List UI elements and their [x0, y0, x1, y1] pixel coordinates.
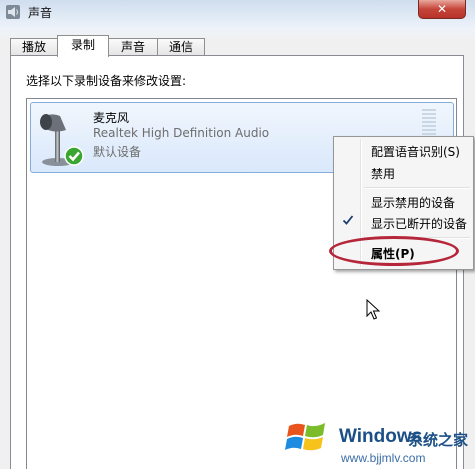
device-name: 麦克风	[93, 111, 130, 125]
speaker-icon	[6, 5, 20, 19]
watermark-site: 系统之家	[408, 431, 469, 449]
menu-item-show-disabled[interactable]: 显示禁用的设备	[371, 194, 455, 211]
title-bar: 声音 ✕	[0, 0, 475, 26]
highlight-annotation	[329, 236, 459, 266]
menu-separator	[364, 187, 470, 189]
device-driver: Realtek High Definition Audio	[93, 126, 270, 140]
watermark-url: www.bjjmlv.com	[341, 451, 426, 465]
microphone-icon	[40, 114, 84, 166]
sound-dialog: 声音 ✕ 播放 录制 声音 通信 选择以下录制设备来修改设置: 麦克风 Real…	[0, 0, 475, 469]
device-status: 默认设备	[93, 145, 142, 159]
check-icon	[342, 215, 354, 225]
tab-recording[interactable]: 录制	[57, 35, 109, 57]
default-check-badge	[64, 146, 84, 166]
windows-logo-icon	[285, 423, 325, 451]
tab-sounds[interactable]: 声音	[108, 38, 158, 56]
window-title: 声音	[28, 6, 53, 20]
instruction-text: 选择以下录制设备来修改设置:	[26, 74, 187, 88]
menu-item-configure-speech[interactable]: 配置语音识别(S)	[371, 143, 460, 160]
watermark: Windows 系统之家 www.bjjmlv.com	[285, 412, 475, 469]
mouse-cursor-icon	[366, 299, 380, 320]
menu-item-disable[interactable]: 禁用	[371, 165, 395, 182]
menu-item-show-disconnected[interactable]: 显示已断开的设备	[371, 215, 467, 232]
tab-playback[interactable]: 播放	[10, 38, 58, 56]
close-button[interactable]: ✕	[418, 0, 466, 19]
tab-communications[interactable]: 通信	[157, 38, 205, 56]
